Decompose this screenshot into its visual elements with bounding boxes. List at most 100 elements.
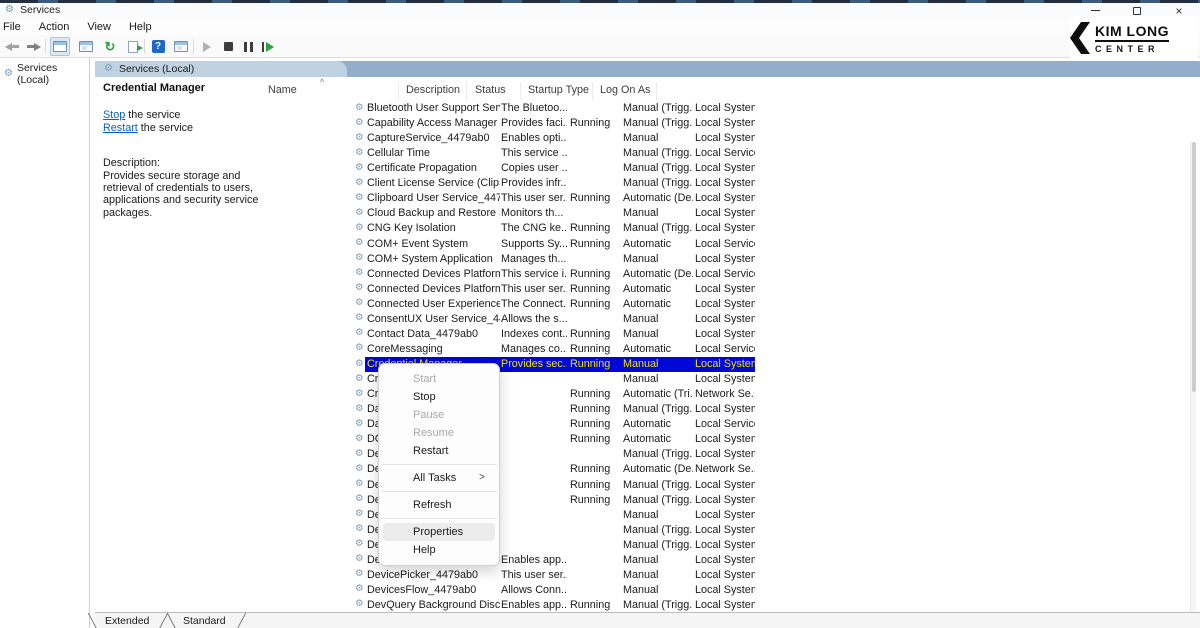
table-row[interactable]: ⚙Cloud Backup and Restore S...Monitors t… [353, 206, 755, 221]
service-description-cell: Provides sec... [501, 358, 567, 370]
help-button[interactable]: ? [148, 37, 168, 56]
context-menu-item-all-tasks[interactable]: All Tasks> [383, 469, 495, 487]
start-service-button[interactable] [197, 37, 217, 56]
service-startup-type: Manual (Trigg... [623, 117, 693, 129]
table-row[interactable]: ⚙Connected Devices Platform ...This serv… [353, 266, 755, 281]
show-action-pane-icon [174, 41, 188, 52]
stop-service-link[interactable]: Stop [103, 109, 125, 121]
column-divider[interactable] [520, 82, 521, 100]
service-description-cell: This user ser... [501, 283, 567, 295]
table-row[interactable]: ⚙Clipboard User Service_4479...This user… [353, 191, 755, 206]
table-row[interactable]: ⚙Certificate PropagationCopies user ...M… [353, 161, 755, 176]
table-row[interactable]: ⚙COM+ System ApplicationManages th...Man… [353, 251, 755, 266]
submenu-chevron-icon: > [479, 469, 485, 487]
service-startup-type: Manual [623, 207, 693, 219]
tab-extended[interactable]: Extended [105, 615, 149, 627]
column-header-status[interactable]: Status [475, 84, 506, 96]
column-divider[interactable] [592, 82, 593, 100]
service-description-cell: Allows the s... [501, 313, 567, 325]
sort-ascending-icon: ^ [320, 77, 324, 87]
table-row[interactable]: ⚙CaptureService_4479ab0Enables opti...Ma… [353, 131, 755, 146]
context-menu-item-help[interactable]: Help [383, 541, 495, 559]
table-row[interactable]: ⚙COM+ Event SystemSupports Sy...RunningA… [353, 236, 755, 251]
service-gear-icon: ⚙ [355, 509, 364, 519]
context-menu-item-properties[interactable]: Properties [383, 523, 495, 541]
table-row[interactable]: ⚙Contact Data_4479ab0Indexes cont...Runn… [353, 326, 755, 341]
table-row[interactable]: ⚙Cellular TimeThis service ...Manual (Tr… [353, 146, 755, 161]
show-action-pane-button[interactable] [171, 37, 191, 56]
column-header-description[interactable]: Description [406, 84, 460, 96]
tab-standard[interactable]: Standard [183, 615, 226, 627]
refresh-button[interactable]: ↻ [100, 37, 120, 56]
service-log-on-as: Local System [695, 494, 755, 506]
menu-view[interactable]: View [78, 19, 120, 35]
back-icon [5, 43, 20, 51]
service-description-cell: The CNG ke... [501, 222, 567, 234]
service-status: Running [570, 343, 620, 355]
service-startup-type: Automatic [623, 238, 693, 250]
menu-action[interactable]: Action [30, 19, 79, 35]
pause-service-button[interactable] [238, 37, 258, 56]
restart-service-line-text: the service [138, 122, 193, 134]
table-row[interactable]: ⚙DevQuery Background Disc...Enables app.… [353, 597, 755, 612]
stop-service-button[interactable] [218, 37, 238, 56]
column-divider[interactable] [398, 82, 399, 100]
service-status: Running [570, 192, 620, 204]
service-log-on-as: Local System [695, 479, 755, 491]
table-row[interactable]: ⚙Client License Service (ClipSV...Provid… [353, 176, 755, 191]
table-row[interactable]: ⚙Bluetooth User Support Serv...The Bluet… [353, 101, 755, 116]
restart-service-link[interactable]: Restart [103, 122, 138, 134]
menu-file[interactable]: File [0, 19, 30, 35]
services-app-icon: ⚙ [5, 4, 14, 15]
service-status: Running [570, 222, 620, 234]
context-menu-item-restart[interactable]: Restart [383, 442, 495, 460]
service-startup-type: Automatic [623, 343, 693, 355]
context-menu-item-start: Start [383, 370, 495, 388]
export-list-button[interactable] [123, 37, 143, 56]
table-row[interactable]: ⚙CNG Key IsolationThe CNG ke...RunningMa… [353, 221, 755, 236]
tree-item-services-local[interactable]: ⚙ Services (Local) [0, 58, 89, 86]
column-divider[interactable] [466, 82, 467, 100]
forward-button[interactable] [23, 37, 43, 56]
service-gear-icon: ⚙ [355, 389, 364, 399]
kim-long-center-logo: KIM LONG CENTER [1070, 16, 1198, 60]
context-menu-item-refresh[interactable]: Refresh [383, 496, 495, 514]
column-header-startup-type[interactable]: Startup Type [528, 84, 589, 96]
table-row[interactable]: ⚙ConsentUX User Service_447...Allows the… [353, 311, 755, 326]
menu-separator [381, 464, 497, 465]
header-title: Services (Local) [119, 63, 194, 75]
back-button[interactable] [2, 37, 22, 56]
table-row[interactable]: ⚙CoreMessagingManages co...RunningAutoma… [353, 341, 755, 356]
menu-help[interactable]: Help [120, 19, 161, 35]
table-row[interactable]: ⚙DevicesFlow_4479ab0Allows Conn...Manual… [353, 582, 755, 597]
service-description-cell: This service ... [501, 147, 567, 159]
service-gear-icon: ⚙ [355, 328, 364, 338]
extended-info-pane: Credential Manager Stop the service Rest… [103, 82, 258, 219]
service-gear-icon: ⚙ [355, 343, 364, 353]
table-row[interactable]: ⚙Capability Access Manager S...Provides … [353, 116, 755, 131]
service-description-cell: The Bluetoo... [501, 102, 567, 114]
scrollbar-thumb[interactable] [1192, 142, 1196, 392]
service-name: CoreMessaging [367, 343, 500, 355]
vertical-scrollbar[interactable] [1190, 142, 1196, 628]
table-row[interactable]: ⚙Connected User Experiences ...The Conne… [353, 296, 755, 311]
table-row[interactable]: ⚙DevicePicker_4479ab0This user ser...Man… [353, 567, 755, 582]
service-log-on-as: Local System [695, 132, 755, 144]
stop-service-line-text: the service [125, 109, 180, 121]
context-menu-item-stop[interactable]: Stop [383, 388, 495, 406]
service-name: Connected Devices Platform ... [367, 268, 500, 280]
column-header-log-on-as[interactable]: Log On As [600, 84, 650, 96]
service-status: Running [570, 388, 620, 400]
column-header-name[interactable]: Name [268, 84, 297, 96]
logo-line1: KIM LONG [1095, 23, 1169, 42]
service-startup-type: Manual (Trigg... [623, 448, 693, 460]
service-startup-type: Manual (Trigg... [623, 147, 693, 159]
show-console-tree-button[interactable] [50, 37, 70, 56]
table-row[interactable]: ⚙Connected Devices Platform ...This user… [353, 281, 755, 296]
properties-window-button[interactable] [76, 37, 96, 56]
restart-service-button[interactable] [258, 37, 278, 56]
column-divider[interactable] [656, 82, 657, 100]
context-menu-item-resume: Resume [383, 424, 495, 442]
service-status: Running [570, 238, 620, 250]
selected-service-title: Credential Manager [103, 82, 258, 94]
